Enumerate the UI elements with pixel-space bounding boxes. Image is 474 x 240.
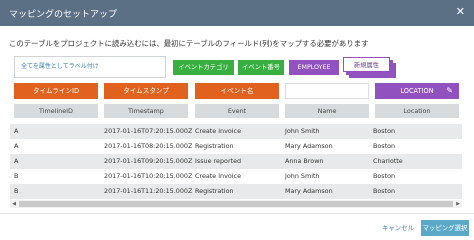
instruction-text: このテーブルをプロジェクトに読み込むには、最初にテーブルのフィールド(列)をマッ… — [9, 39, 369, 48]
pencil-icon[interactable]: ✎ — [446, 83, 453, 99]
table-cell: A — [14, 127, 19, 135]
mapping-slot-event-name[interactable]: イベント名 — [195, 83, 279, 99]
table-cell: John Smith — [285, 127, 320, 135]
table-cell: B — [14, 172, 19, 180]
close-icon[interactable]: ✕ — [456, 5, 465, 18]
table-cell: 2017-01-16T07:20:15.000Z — [104, 127, 193, 135]
table-cell: Create invoice — [195, 127, 242, 135]
column-header-name: Name — [285, 104, 369, 118]
table-cell: A — [14, 157, 19, 165]
mapping-slot-empty[interactable] — [285, 83, 369, 99]
table-cell: 2017-01-16T08:20:15.000Z — [104, 142, 193, 150]
table-cell: 2017-01-16T10:20:15.000Z — [104, 172, 193, 180]
table-row: B 2017-01-16T11:20:15.000Z Registration … — [10, 184, 462, 199]
table-cell: Mary Adamson — [285, 142, 333, 150]
table-cell: A — [14, 142, 19, 150]
chip-new-attribute[interactable]: 新規属性 — [343, 57, 390, 72]
scroll-left-icon[interactable]: ◀ — [10, 200, 18, 208]
table-cell: Boston — [373, 172, 396, 180]
mapping-slot-location[interactable]: LOCATION ✎ — [375, 83, 459, 99]
dialog-titlebar: マッピングのセットアップ ✕ — [0, 0, 474, 26]
table-row: A 2017-01-16T09:20:15.000Z Issue reporte… — [10, 154, 462, 169]
table-row: B 2017-01-16T10:20:15.000Z Create invoic… — [10, 169, 462, 184]
table-cell: 2017-01-16T11:20:15.000Z — [104, 187, 193, 195]
footer-divider — [0, 213, 474, 214]
mapping-slot-timestamp[interactable]: タイムスタンプ — [104, 83, 188, 99]
table-cell: B — [14, 187, 19, 195]
table-cell: Registration — [195, 142, 234, 150]
table-cell: Charlotte — [373, 157, 403, 165]
table-cell: Registration — [195, 187, 234, 195]
cancel-button[interactable]: キャンセル — [378, 220, 418, 236]
table-cell: John Smith — [285, 172, 320, 180]
table-cell: Mary Adamson — [285, 187, 333, 195]
scrollbar-thumb[interactable] — [19, 201, 453, 207]
mapping-slot-timeline-id[interactable]: タイムラインID — [14, 83, 98, 99]
table-cell: 2017-01-16T09:20:15.000Z — [104, 157, 193, 165]
scroll-right-icon[interactable]: ▶ — [454, 200, 462, 208]
table-cell: Anna Brown — [285, 157, 324, 165]
column-header-event: Event — [195, 104, 279, 118]
dialog-title: マッピングのセットアップ — [9, 10, 118, 20]
assign-all-attributes-link[interactable]: 全てを属性としてラベル付け — [14, 56, 166, 78]
table-row: A 2017-01-16T07:20:15.000Z Create invoic… — [10, 124, 462, 139]
table-cell: Create invoice — [195, 172, 242, 180]
horizontal-scrollbar[interactable]: ◀ ▶ — [10, 200, 462, 208]
chip-employee[interactable]: EMPLOYEE — [289, 60, 339, 75]
column-header-location: Location — [375, 104, 459, 118]
table-cell: Boston — [373, 142, 396, 150]
table-row: A 2017-01-16T08:20:15.000Z Registration … — [10, 139, 462, 154]
mapping-slot-location-label: LOCATION — [400, 87, 434, 95]
table-cell: Issue reported — [195, 157, 242, 165]
column-header-timelineid: TimelineID — [14, 104, 98, 118]
chip-event-number[interactable]: イベント番号 — [238, 60, 284, 75]
table-cell: Boston — [373, 127, 396, 135]
column-header-timestamp: Timestamp — [104, 104, 188, 118]
table-cell: Boston — [373, 187, 396, 195]
select-mapping-button[interactable]: マッピング選択 — [421, 220, 469, 236]
chip-event-category[interactable]: イベントカテゴリ — [173, 60, 234, 75]
